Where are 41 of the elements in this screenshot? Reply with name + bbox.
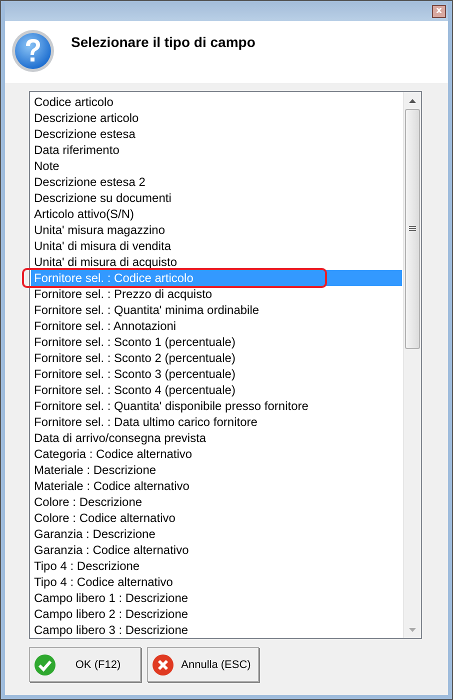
list-item[interactable]: Tipo 4 : Codice alternativo: [31, 574, 402, 590]
list-item[interactable]: Garanzia : Codice alternativo: [31, 542, 402, 558]
list-item[interactable]: Campo libero 2 : Descrizione: [31, 606, 402, 622]
list-item[interactable]: Fornitore sel. : Annotazioni: [31, 318, 402, 334]
list-item[interactable]: Fornitore sel. : Sconto 2 (percentuale): [31, 350, 402, 366]
list-item[interactable]: Note: [31, 158, 402, 174]
list-item[interactable]: Tipo 4 : Descrizione: [31, 558, 402, 574]
list-item[interactable]: Codice articolo: [31, 94, 402, 110]
ok-button[interactable]: OK (F12): [29, 647, 141, 682]
dialog-title: Selezionare il tipo di campo: [71, 34, 256, 50]
list-item[interactable]: Articolo attivo(S/N): [31, 206, 402, 222]
list-item[interactable]: Materiale : Descrizione: [31, 462, 402, 478]
question-icon: [11, 29, 55, 73]
list-item[interactable]: Fornitore sel. : Sconto 4 (percentuale): [31, 382, 402, 398]
scrollbar[interactable]: [403, 92, 421, 638]
list-item[interactable]: Data di arrivo/consegna prevista: [31, 430, 402, 446]
list-item[interactable]: Colore : Descrizione: [31, 494, 402, 510]
list-item[interactable]: Fornitore sel. : Quantita' disponibile presso fornitore: [31, 398, 402, 414]
list-item[interactable]: Materiale : Codice alternativo: [31, 478, 402, 494]
list-item[interactable]: Data riferimento: [31, 142, 402, 158]
cross-icon: [152, 654, 174, 676]
list-item[interactable]: Garanzia : Descrizione: [31, 526, 402, 542]
list-item[interactable]: Descrizione su documenti: [31, 190, 402, 206]
list-item[interactable]: Fornitore sel. : Sconto 3 (percentuale): [31, 366, 402, 382]
scroll-thumb[interactable]: [405, 109, 420, 349]
list-item[interactable]: Campo libero 1 : Descrizione: [31, 590, 402, 606]
list-item[interactable]: Campo libero 3 : Descrizione: [31, 622, 402, 638]
list-item[interactable]: Colore : Codice alternativo: [31, 510, 402, 526]
list-item[interactable]: Descrizione estesa 2: [31, 174, 402, 190]
list-item[interactable]: Fornitore sel. : Data ultimo carico fornitore: [31, 414, 402, 430]
cancel-button[interactable]: Annulla (ESC): [147, 647, 259, 682]
list-item[interactable]: Categoria : Codice alternativo: [31, 446, 402, 462]
list-item[interactable]: Descrizione estesa: [31, 126, 402, 142]
list-item[interactable]: Fornitore sel. : Prezzo di acquisto: [31, 286, 402, 302]
list-item[interactable]: Unita' di misura di vendita: [31, 238, 402, 254]
checkmark-icon: [34, 654, 56, 676]
list-item[interactable]: Fornitore sel. : Quantita' minima ordinabile: [31, 302, 402, 318]
list-item[interactable]: Unita' misura magazzino: [31, 222, 402, 238]
list-item[interactable]: Fornitore sel. : Sconto 1 (percentuale): [31, 334, 402, 350]
list-item[interactable]: Descrizione articolo: [31, 110, 402, 126]
list-item[interactable]: Unita' di misura di acquisto: [31, 254, 402, 270]
